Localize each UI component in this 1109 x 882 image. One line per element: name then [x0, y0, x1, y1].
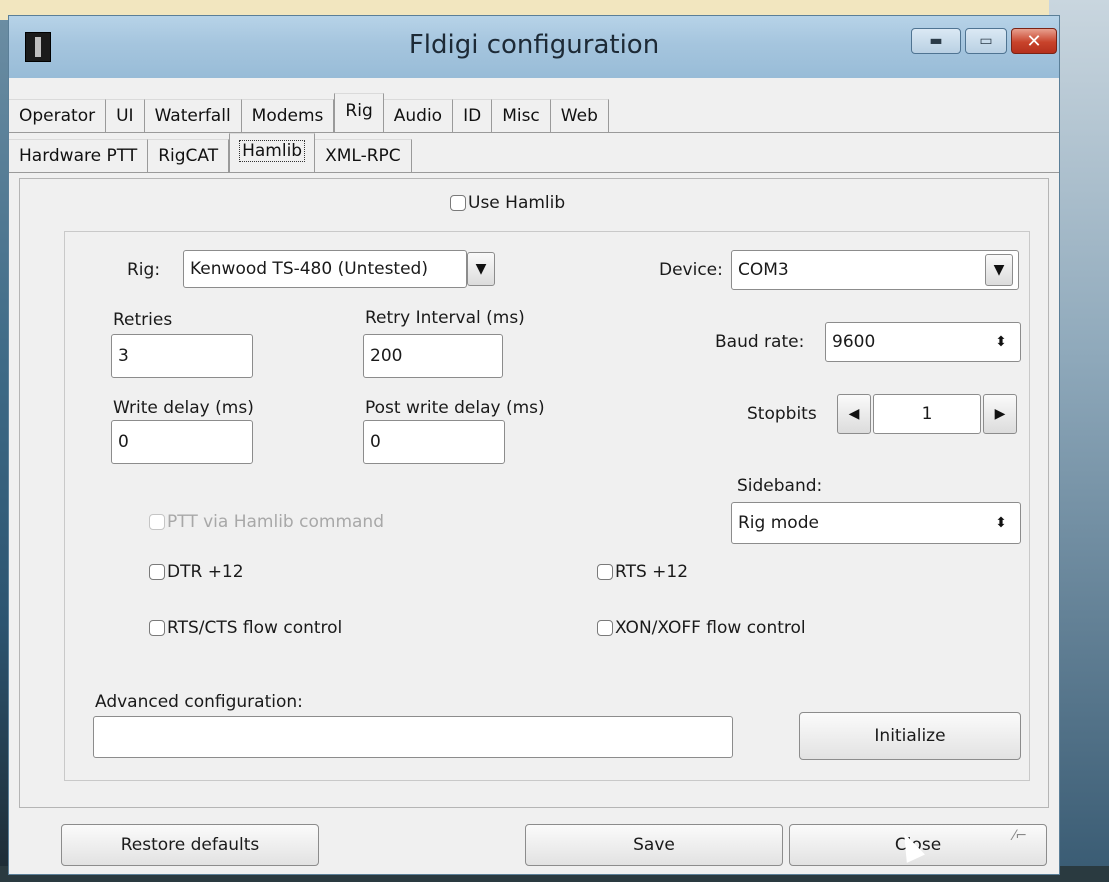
tab-misc[interactable]: Misc: [492, 99, 551, 132]
checkbox-box: [149, 620, 165, 636]
up-down-arrows-icon: ⬍: [995, 515, 1007, 531]
checkbox-box: [597, 564, 613, 580]
baud-rate-label: Baud rate:: [715, 332, 805, 352]
checkbox-box: [149, 564, 165, 580]
rts-checkbox[interactable]: RTS +12: [597, 562, 688, 582]
tab-id[interactable]: ID: [453, 99, 493, 132]
rig-dropdown-button[interactable]: ▼: [467, 252, 495, 286]
minimize-icon: ▬: [929, 33, 943, 49]
initialize-button[interactable]: Initialize: [799, 712, 1021, 760]
tab-web[interactable]: Web: [550, 99, 609, 132]
rig-tab-bar: Hardware PTT RigCAT Hamlib XML-RPC: [9, 132, 412, 172]
close-window-button[interactable]: ✕: [1011, 28, 1057, 54]
tab-audio[interactable]: Audio: [383, 99, 454, 132]
xon-xoff-label: XON/XOFF flow control: [615, 618, 806, 638]
dtr-label: DTR +12: [167, 562, 244, 582]
triangle-right-icon: ▶: [994, 406, 1006, 422]
advanced-config-label: Advanced configuration:: [95, 692, 303, 712]
minimize-button[interactable]: ▬: [911, 28, 961, 54]
stopbits-label: Stopbits: [747, 404, 817, 424]
use-hamlib-checkbox[interactable]: Use Hamlib: [450, 193, 565, 213]
retries-label: Retries: [113, 310, 173, 330]
tab-waterfall[interactable]: Waterfall: [144, 99, 242, 132]
stopbits-value[interactable]: 1: [873, 394, 981, 434]
checkbox-box: [450, 195, 466, 211]
chevron-down-icon: ▼: [475, 261, 487, 277]
ptt-via-hamlib-label: PTT via Hamlib command: [167, 512, 384, 532]
rig-select[interactable]: Kenwood TS-480 (Untested): [183, 250, 467, 288]
sideband-select[interactable]: Rig mode: [731, 502, 1021, 544]
title-bar[interactable]: Fldigi configuration ▬ ▭ ✕: [9, 16, 1059, 78]
post-write-delay-label: Post write delay (ms): [365, 398, 545, 418]
rig-label: Rig:: [127, 260, 161, 280]
rts-cts-checkbox[interactable]: RTS/CTS flow control: [149, 618, 342, 638]
rig-tab-divider: [9, 172, 1059, 173]
tab-xml-rpc[interactable]: XML-RPC: [315, 139, 412, 172]
write-delay-input[interactable]: 0: [111, 420, 253, 464]
triangle-left-icon: ◀: [848, 406, 860, 422]
tab-rig[interactable]: Rig: [334, 93, 384, 132]
fldigi-config-window: Fldigi configuration ▬ ▭ ✕ Operator UI W…: [8, 15, 1060, 875]
close-icon: ✕: [1026, 30, 1042, 52]
tab-modems[interactable]: Modems: [241, 99, 335, 132]
tab-ui[interactable]: UI: [106, 99, 145, 132]
baud-rate-spinner[interactable]: ⬍: [987, 324, 1015, 360]
device-select[interactable]: COM3: [731, 250, 1019, 290]
stopbits-decrement-button[interactable]: ◀: [837, 394, 871, 434]
device-dropdown-button[interactable]: ▼: [985, 254, 1013, 286]
use-hamlib-label: Use Hamlib: [468, 193, 566, 213]
tab-hardware-ptt[interactable]: Hardware PTT: [9, 139, 149, 172]
xon-xoff-checkbox[interactable]: XON/XOFF flow control: [597, 618, 806, 638]
checkbox-box: [149, 514, 165, 530]
checkbox-box: [597, 620, 613, 636]
advanced-config-input[interactable]: [93, 716, 733, 758]
device-label: Device:: [659, 260, 723, 280]
resize-grip-icon[interactable]: ⁄⌐: [1013, 828, 1027, 844]
stopbits-increment-button[interactable]: ▶: [983, 394, 1017, 434]
sideband-spinner[interactable]: ⬍: [987, 506, 1015, 540]
rts-label: RTS +12: [615, 562, 689, 582]
save-button[interactable]: Save: [525, 824, 783, 866]
tab-operator[interactable]: Operator: [9, 99, 107, 132]
maximize-icon: ▭: [979, 33, 993, 49]
write-delay-label: Write delay (ms): [113, 398, 254, 418]
maximize-button[interactable]: ▭: [965, 28, 1007, 54]
sideband-label: Sideband:: [737, 476, 823, 496]
retry-interval-label: Retry Interval (ms): [365, 308, 525, 328]
hamlib-settings-group: Rig: Kenwood TS-480 (Untested) ▼ Device:…: [64, 231, 1030, 781]
retries-input[interactable]: 3: [111, 334, 253, 378]
rts-cts-label: RTS/CTS flow control: [167, 618, 343, 638]
main-tab-bar: Operator UI Waterfall Modems Rig Audio I…: [9, 92, 609, 132]
post-write-delay-input[interactable]: 0: [363, 420, 505, 464]
chevron-down-icon: ▼: [993, 262, 1005, 278]
restore-defaults-button[interactable]: Restore defaults: [61, 824, 319, 866]
tab-rigcat[interactable]: RigCAT: [148, 139, 230, 172]
retry-interval-input[interactable]: 200: [363, 334, 503, 378]
dtr-checkbox[interactable]: DTR +12: [149, 562, 244, 582]
tab-hamlib[interactable]: Hamlib: [229, 133, 316, 172]
ptt-via-hamlib-checkbox[interactable]: PTT via Hamlib command: [149, 512, 384, 532]
hamlib-panel: Use Hamlib Rig: Kenwood TS-480 (Untested…: [19, 178, 1049, 808]
tab-hamlib-label: Hamlib: [239, 140, 306, 162]
up-down-arrows-icon: ⬍: [995, 334, 1007, 350]
window-title: Fldigi configuration: [408, 30, 660, 60]
